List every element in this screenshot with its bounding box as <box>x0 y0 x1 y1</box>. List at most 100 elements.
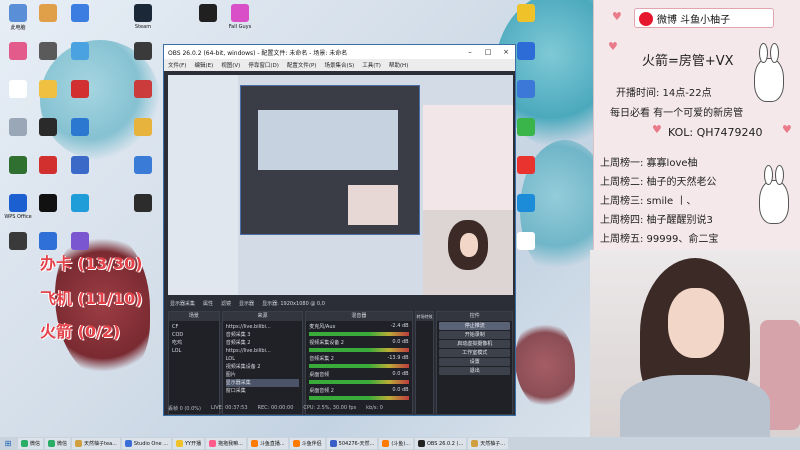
taskbar-item[interactable]: 斗鱼直播... <box>247 438 288 449</box>
menu-item[interactable]: 视图(V) <box>221 61 240 69</box>
maximize-icon[interactable]: □ <box>479 48 497 56</box>
desktop-icon[interactable] <box>62 42 98 76</box>
scene-item[interactable]: 吃鸡 <box>172 339 216 347</box>
taskbar-item-label: 斗鱼伴侣 <box>301 441 322 447</box>
mixer-list[interactable]: 麦克风/Aux -2.4 dB 视频采集设备 2 0.0 dB 音频采集 2 -13.9 … <box>306 321 411 414</box>
menu-item[interactable]: 停靠窗口(D) <box>248 61 279 69</box>
bunny-doodle-icon <box>759 165 789 224</box>
control-button[interactable]: 工作室模式 <box>439 349 511 357</box>
taskbar-item[interactable]: OBS 26.0.2 (... <box>415 438 467 449</box>
taskbar-app-icon <box>124 440 132 447</box>
source-item[interactable]: https://live.bilibi... <box>226 323 300 331</box>
taskbar-item[interactable]: 微信 <box>45 438 71 449</box>
volume-meter[interactable] <box>309 380 409 384</box>
desktop-icon[interactable] <box>190 4 226 38</box>
desktop-icon-label: Fall Guys <box>228 24 252 30</box>
control-button[interactable]: 退出 <box>439 367 511 375</box>
desktop-icon[interactable] <box>508 4 544 38</box>
sources-list[interactable]: https://live.bilibi... 音频采集 3 音频采集 2 https:… <box>223 321 303 414</box>
scene-item[interactable]: CF <box>172 323 216 331</box>
desktop-icon[interactable]: Fall Guys <box>222 4 258 38</box>
taskbar-item[interactable]: 拖拖我嘛... <box>206 438 246 449</box>
app-icon <box>517 4 535 22</box>
source-item[interactable]: https://live.bilibi... <box>226 347 300 355</box>
desktop-icon[interactable] <box>62 118 98 152</box>
taskbar-item[interactable]: (斗鱼)... <box>379 438 413 449</box>
desktop-icon[interactable] <box>125 80 161 114</box>
scene-item[interactable]: LOL <box>172 347 216 355</box>
display-select[interactable]: 显示器: 1920x1080 @ 0,0 <box>262 300 325 307</box>
desktop-icon[interactable] <box>30 194 66 228</box>
heart-icon: ♥ <box>782 123 792 136</box>
weibo-badge: 微博 斗鱼小柚子 <box>634 8 774 28</box>
properties-button[interactable]: 属性 <box>203 300 213 307</box>
desktop-icon[interactable] <box>30 156 66 190</box>
volume-meter[interactable] <box>309 396 409 400</box>
taskbar-item[interactable]: 天然柚子tea... <box>72 438 120 449</box>
sources-dock-title: 来源 <box>222 312 303 321</box>
desktop-icon[interactable] <box>62 156 98 190</box>
stream-schedule: 开播时间: 14点-22点 <box>616 88 712 99</box>
control-button[interactable]: 设置 <box>439 358 511 366</box>
app-icon <box>134 194 152 212</box>
close-icon[interactable]: × <box>497 48 515 56</box>
desktop-icon[interactable] <box>125 194 161 228</box>
desktop-icon[interactable] <box>30 80 66 114</box>
source-item[interactable]: 窗口采集 <box>226 387 300 395</box>
taskbar-item[interactable]: Studio One ... <box>121 438 171 449</box>
control-button[interactable]: 开始录制 <box>439 331 511 339</box>
desktop-icon[interactable] <box>62 80 98 114</box>
control-button[interactable]: 停止推流 <box>439 322 511 330</box>
source-item[interactable]: 显示器采集 <box>225 379 300 387</box>
scene-item[interactable]: COD <box>172 331 216 339</box>
minimize-icon[interactable]: – <box>461 48 479 56</box>
app-icon <box>71 4 89 22</box>
control-button[interactable]: 启动虚拟摄像机 <box>439 340 511 348</box>
obs-titlebar[interactable]: OBS 26.0.2 (64-bit, windows) - 配置文件: 未命名… <box>164 45 515 59</box>
menu-item[interactable]: 编辑(E) <box>194 61 213 69</box>
menu-item[interactable]: 文件(F) <box>168 61 186 69</box>
desktop-icon-label: Steam <box>134 24 152 30</box>
taskbar-item-label: 天然柚子... <box>480 441 506 447</box>
volume-meter[interactable] <box>309 364 409 368</box>
desktop-icon[interactable] <box>62 4 98 38</box>
volume-meter[interactable] <box>309 348 409 352</box>
filters-button[interactable]: 滤镜 <box>221 300 231 307</box>
source-item[interactable]: 图片 <box>226 371 300 379</box>
menu-item[interactable]: 配置文件(P) <box>287 61 317 69</box>
source-item[interactable]: 音频采集 2 <box>226 339 300 347</box>
desktop-icon[interactable] <box>62 194 98 228</box>
sources-dock: 来源 https://live.bilibi... 音频采集 3 音频采集 2 htt… <box>221 311 304 415</box>
scenes-list[interactable]: CF COD 吃鸡 LOL <box>169 321 219 414</box>
desktop-icon[interactable] <box>30 4 66 38</box>
stream-info-panel: ♥ 微博 斗鱼小柚子 ♥ 火箭=房管+VX 开播时间: 14点-22点 每日必看… <box>593 0 800 250</box>
desktop-icon[interactable] <box>30 118 66 152</box>
mixer-channel: 音频采集 2 -13.9 dB <box>309 355 408 362</box>
menu-item[interactable]: 工具(T) <box>362 61 381 69</box>
source-item[interactable]: 视频采集设备 2 <box>226 363 300 371</box>
desktop-icon[interactable] <box>125 42 161 76</box>
taskbar-item-label: Studio One ... <box>133 440 168 447</box>
app-icon <box>39 80 57 98</box>
taskbar-item[interactable]: YY开播 <box>172 438 205 449</box>
desktop-icon[interactable] <box>125 118 161 152</box>
menu-item[interactable]: 帮助(H) <box>389 61 408 69</box>
source-item[interactable]: 音频采集 3 <box>226 331 300 339</box>
taskbar-item[interactable]: 斗鱼伴侣 <box>289 438 325 449</box>
obs-menubar[interactable]: 文件(F) 编辑(E) 视图(V) 停靠窗口(D) 配置文件(P) 场景集合(S) 工具(T… <box>164 59 515 71</box>
volume-meter[interactable] <box>309 332 409 336</box>
source-item[interactable]: LOL <box>226 355 300 363</box>
desktop-icon[interactable]: Steam <box>125 4 161 38</box>
menu-item[interactable]: 场景集合(S) <box>324 61 354 69</box>
taskbar-item[interactable]: 504276-天然... <box>326 438 378 449</box>
obs-window[interactable]: OBS 26.0.2 (64-bit, windows) - 配置文件: 未命名… <box>163 44 516 416</box>
obs-preview[interactable] <box>168 75 513 295</box>
desktop-icon[interactable] <box>125 156 161 190</box>
taskbar-item[interactable]: 天然柚子... <box>468 438 509 449</box>
windows-start-icon[interactable]: ⊞ <box>0 437 16 450</box>
app-icon <box>517 232 535 250</box>
cpu-usage: CPU: 2.5%, 30.00 fps <box>303 405 357 411</box>
mixer-dock-title: 混音器 <box>306 312 412 321</box>
taskbar-item[interactable]: 微信 <box>18 438 44 449</box>
desktop-icon[interactable] <box>30 42 66 76</box>
